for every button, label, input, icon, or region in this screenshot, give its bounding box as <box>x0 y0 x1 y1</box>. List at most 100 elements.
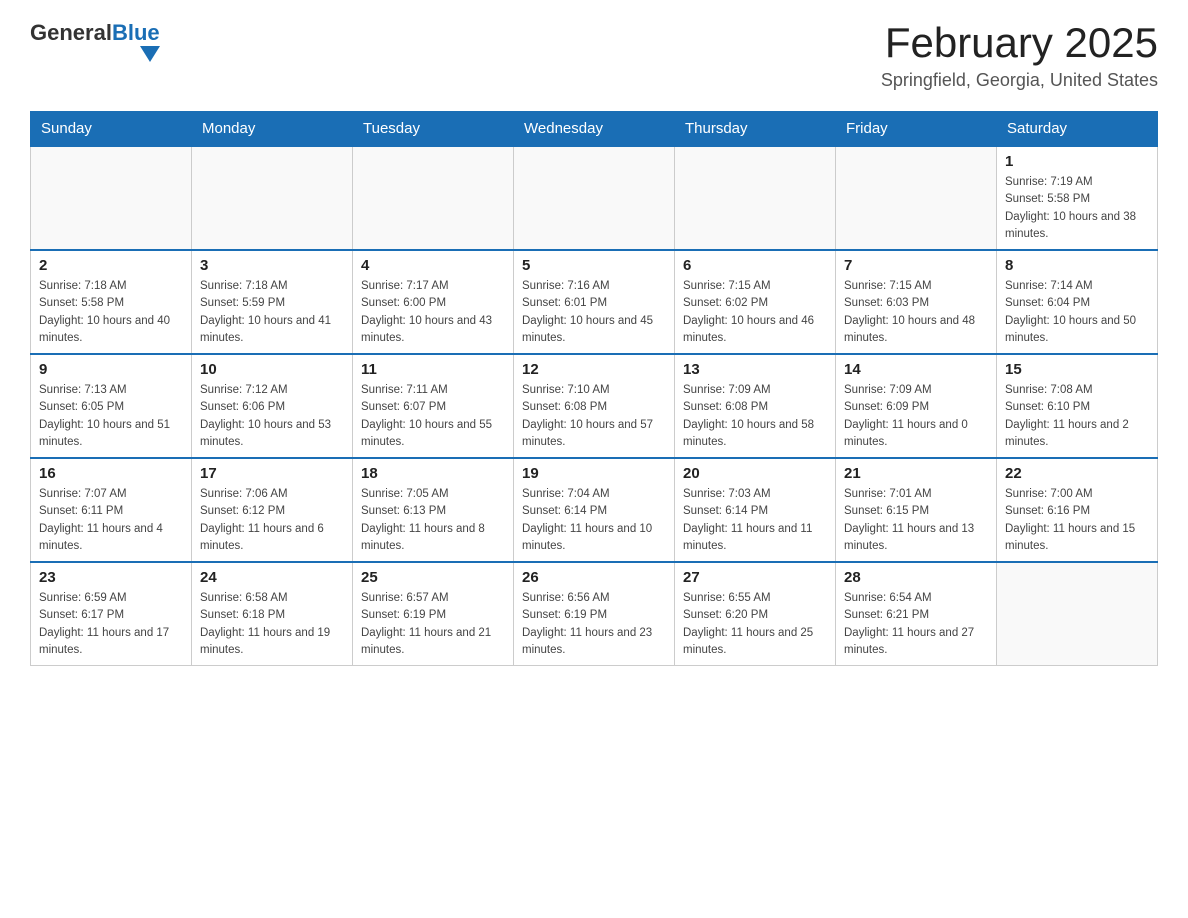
day-number: 25 <box>361 569 505 586</box>
calendar-cell: 28 Sunrise: 6:54 AMSunset: 6:21 PMDayligh… <box>836 562 997 666</box>
day-info: Sunrise: 7:03 AMSunset: 6:14 PMDaylight:… <box>683 486 827 555</box>
day-info: Sunrise: 7:13 AMSunset: 6:05 PMDaylight:… <box>39 382 183 451</box>
week-row-4: 16 Sunrise: 7:07 AMSunset: 6:11 PMDayligh… <box>31 458 1158 562</box>
calendar-cell: 12Sunrise: 7:10 AMSunset: 6:08 PMDayligh… <box>514 354 675 458</box>
calendar-cell: 22 Sunrise: 7:00 AMSunset: 6:16 PMDayligh… <box>997 458 1158 562</box>
day-info: Sunrise: 6:58 AMSunset: 6:18 PMDaylight:… <box>200 590 344 659</box>
day-number: 15 <box>1005 361 1149 378</box>
calendar-subtitle: Springfield, Georgia, United States <box>881 70 1158 91</box>
weekday-header-saturday: Saturday <box>997 112 1158 147</box>
day-info: Sunrise: 7:10 AMSunset: 6:08 PMDaylight:… <box>522 382 666 451</box>
day-info: Sunrise: 7:14 AMSunset: 6:04 PMDaylight:… <box>1005 278 1149 347</box>
day-info: Sunrise: 7:18 AMSunset: 5:59 PMDaylight:… <box>200 278 344 347</box>
calendar-cell: 24 Sunrise: 6:58 AMSunset: 6:18 PMDayligh… <box>192 562 353 666</box>
day-info: Sunrise: 7:00 AMSunset: 6:16 PMDaylight:… <box>1005 486 1149 555</box>
day-number: 8 <box>1005 257 1149 274</box>
weekday-header-friday: Friday <box>836 112 997 147</box>
day-number: 5 <box>522 257 666 274</box>
calendar-cell: 11Sunrise: 7:11 AMSunset: 6:07 PMDayligh… <box>353 354 514 458</box>
day-info: Sunrise: 7:05 AMSunset: 6:13 PMDaylight:… <box>361 486 505 555</box>
calendar-cell: 5 Sunrise: 7:16 AMSunset: 6:01 PMDaylight… <box>514 250 675 354</box>
calendar-cell: 14Sunrise: 7:09 AMSunset: 6:09 PMDayligh… <box>836 354 997 458</box>
day-number: 27 <box>683 569 827 586</box>
day-number: 17 <box>200 465 344 482</box>
week-row-1: 1 Sunrise: 7:19 AMSunset: 5:58 PMDaylight… <box>31 146 1158 250</box>
day-number: 9 <box>39 361 183 378</box>
calendar-cell: 26Sunrise: 6:56 AMSunset: 6:19 PMDayligh… <box>514 562 675 666</box>
week-row-5: 23Sunrise: 6:59 AMSunset: 6:17 PMDayligh… <box>31 562 1158 666</box>
weekday-header-tuesday: Tuesday <box>353 112 514 147</box>
calendar-cell: 1 Sunrise: 7:19 AMSunset: 5:58 PMDaylight… <box>997 146 1158 250</box>
day-info: Sunrise: 7:09 AMSunset: 6:08 PMDaylight:… <box>683 382 827 451</box>
day-info: Sunrise: 7:19 AMSunset: 5:58 PMDaylight:… <box>1005 174 1149 243</box>
day-info: Sunrise: 7:16 AMSunset: 6:01 PMDaylight:… <box>522 278 666 347</box>
day-number: 3 <box>200 257 344 274</box>
calendar-cell: 17 Sunrise: 7:06 AMSunset: 6:12 PMDayligh… <box>192 458 353 562</box>
calendar-cell: 3 Sunrise: 7:18 AMSunset: 5:59 PMDaylight… <box>192 250 353 354</box>
day-number: 22 <box>1005 465 1149 482</box>
day-number: 2 <box>39 257 183 274</box>
calendar-cell: 21 Sunrise: 7:01 AMSunset: 6:15 PMDayligh… <box>836 458 997 562</box>
day-number: 1 <box>1005 153 1149 170</box>
title-block: February 2025 Springfield, Georgia, Unit… <box>881 20 1158 91</box>
calendar-cell: 7 Sunrise: 7:15 AMSunset: 6:03 PMDaylight… <box>836 250 997 354</box>
calendar-cell <box>31 146 192 250</box>
weekday-header-wednesday: Wednesday <box>514 112 675 147</box>
calendar-table: SundayMondayTuesdayWednesdayThursdayFrid… <box>30 111 1158 666</box>
weekday-header-thursday: Thursday <box>675 112 836 147</box>
day-info: Sunrise: 7:01 AMSunset: 6:15 PMDaylight:… <box>844 486 988 555</box>
day-number: 11 <box>361 361 505 378</box>
day-info: Sunrise: 6:55 AMSunset: 6:20 PMDaylight:… <box>683 590 827 659</box>
day-number: 13 <box>683 361 827 378</box>
calendar-cell: 4Sunrise: 7:17 AMSunset: 6:00 PMDaylight… <box>353 250 514 354</box>
weekday-header-row: SundayMondayTuesdayWednesdayThursdayFrid… <box>31 112 1158 147</box>
week-row-2: 2Sunrise: 7:18 AMSunset: 5:58 PMDaylight… <box>31 250 1158 354</box>
day-number: 14 <box>844 361 988 378</box>
calendar-title: February 2025 <box>881 20 1158 66</box>
day-number: 16 <box>39 465 183 482</box>
day-number: 21 <box>844 465 988 482</box>
day-info: Sunrise: 6:59 AMSunset: 6:17 PMDaylight:… <box>39 590 183 659</box>
day-info: Sunrise: 7:04 AMSunset: 6:14 PMDaylight:… <box>522 486 666 555</box>
day-number: 4 <box>361 257 505 274</box>
calendar-cell <box>353 146 514 250</box>
week-row-3: 9 Sunrise: 7:13 AMSunset: 6:05 PMDaylight… <box>31 354 1158 458</box>
calendar-cell: 18 Sunrise: 7:05 AMSunset: 6:13 PMDayligh… <box>353 458 514 562</box>
day-number: 24 <box>200 569 344 586</box>
day-number: 19 <box>522 465 666 482</box>
day-info: Sunrise: 7:15 AMSunset: 6:03 PMDaylight:… <box>844 278 988 347</box>
calendar-cell <box>997 562 1158 666</box>
day-number: 10 <box>200 361 344 378</box>
calendar-header: SundayMondayTuesdayWednesdayThursdayFrid… <box>31 112 1158 147</box>
logo-triangle-icon <box>140 46 160 62</box>
calendar-cell: 10 Sunrise: 7:12 AMSunset: 6:06 PMDayligh… <box>192 354 353 458</box>
weekday-header-sunday: Sunday <box>31 112 192 147</box>
calendar-cell: 8 Sunrise: 7:14 AMSunset: 6:04 PMDaylight… <box>997 250 1158 354</box>
calendar-cell: 25 Sunrise: 6:57 AMSunset: 6:19 PMDayligh… <box>353 562 514 666</box>
calendar-cell: 2Sunrise: 7:18 AMSunset: 5:58 PMDaylight… <box>31 250 192 354</box>
day-info: Sunrise: 7:07 AMSunset: 6:11 PMDaylight:… <box>39 486 183 555</box>
day-number: 18 <box>361 465 505 482</box>
page-header: GeneralBlue February 2025 Springfield, G… <box>30 20 1158 91</box>
day-info: Sunrise: 7:06 AMSunset: 6:12 PMDaylight:… <box>200 486 344 555</box>
day-number: 6 <box>683 257 827 274</box>
day-info: Sunrise: 6:57 AMSunset: 6:19 PMDaylight:… <box>361 590 505 659</box>
calendar-cell <box>836 146 997 250</box>
calendar-cell: 20Sunrise: 7:03 AMSunset: 6:14 PMDayligh… <box>675 458 836 562</box>
calendar-cell: 16 Sunrise: 7:07 AMSunset: 6:11 PMDayligh… <box>31 458 192 562</box>
day-info: Sunrise: 7:15 AMSunset: 6:02 PMDaylight:… <box>683 278 827 347</box>
calendar-cell: 6 Sunrise: 7:15 AMSunset: 6:02 PMDaylight… <box>675 250 836 354</box>
calendar-cell <box>192 146 353 250</box>
weekday-header-monday: Monday <box>192 112 353 147</box>
calendar-cell: 15 Sunrise: 7:08 AMSunset: 6:10 PMDayligh… <box>997 354 1158 458</box>
logo: GeneralBlue <box>30 20 160 62</box>
day-info: Sunrise: 7:12 AMSunset: 6:06 PMDaylight:… <box>200 382 344 451</box>
day-info: Sunrise: 6:54 AMSunset: 6:21 PMDaylight:… <box>844 590 988 659</box>
calendar-body: 1 Sunrise: 7:19 AMSunset: 5:58 PMDaylight… <box>31 146 1158 666</box>
calendar-cell: 23Sunrise: 6:59 AMSunset: 6:17 PMDayligh… <box>31 562 192 666</box>
day-number: 28 <box>844 569 988 586</box>
day-info: Sunrise: 7:08 AMSunset: 6:10 PMDaylight:… <box>1005 382 1149 451</box>
day-number: 7 <box>844 257 988 274</box>
calendar-cell <box>675 146 836 250</box>
calendar-cell: 27 Sunrise: 6:55 AMSunset: 6:20 PMDayligh… <box>675 562 836 666</box>
